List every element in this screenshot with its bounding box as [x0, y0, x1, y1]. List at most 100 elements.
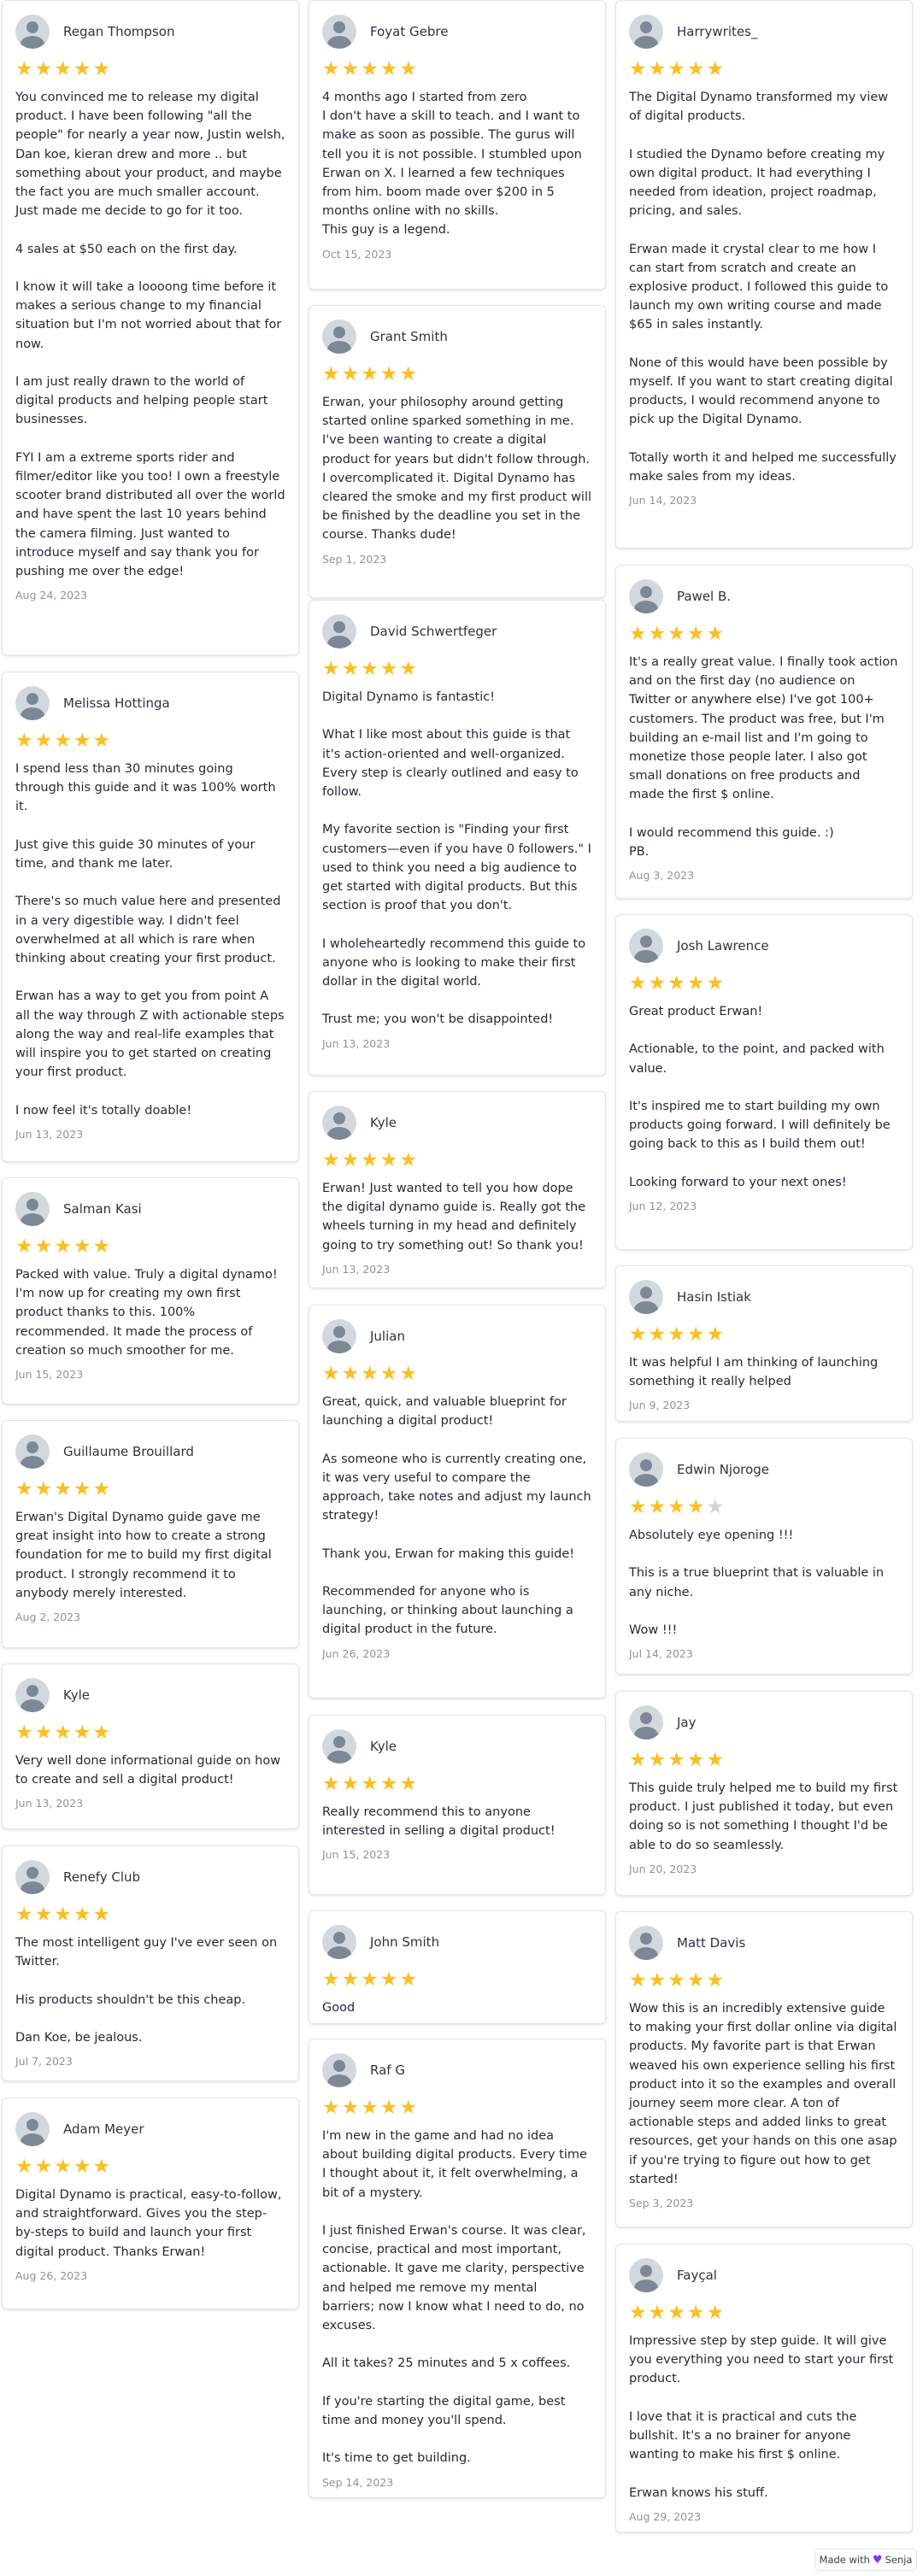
- star-rating: ★★★★★: [629, 1969, 899, 1992]
- star-icon: ★: [686, 1969, 707, 1992]
- review-text: It was helpful I am thinking of launchin…: [629, 1356, 879, 1389]
- card-header: Foyat Gebre: [322, 15, 592, 49]
- review-date: Aug 24, 2023: [15, 589, 88, 602]
- avatar: [322, 15, 356, 49]
- star-rating: ★★★★★: [322, 363, 592, 385]
- star-icon: ★: [667, 1323, 687, 1346]
- star-icon: ★: [92, 1722, 113, 1744]
- testimonial-card: Kyle ★★★★★ Erwan! Just wanted to tell you …: [309, 1091, 606, 1288]
- review-date: Jul 14, 2023: [629, 1647, 693, 1661]
- star-icon: ★: [686, 972, 707, 995]
- star-icon: ★: [629, 2302, 649, 2324]
- star-icon: ★: [54, 1904, 73, 1926]
- reviewer-name: Josh Lawrence: [677, 938, 769, 954]
- star-icon: ★: [73, 58, 93, 80]
- star-icon: ★: [92, 1235, 113, 1258]
- star-icon: ★: [667, 2302, 687, 2324]
- star-icon: ★: [686, 58, 707, 80]
- card-header: Kyle: [322, 1106, 592, 1140]
- card-header: Fayçal: [629, 2258, 899, 2292]
- star-icon: ★: [648, 1969, 668, 1992]
- star-rating: ★★★★★: [322, 1363, 592, 1385]
- star-rating: ★★★★★: [629, 2302, 899, 2324]
- star-icon: ★: [34, 1235, 55, 1258]
- review-date: Aug 2, 2023: [15, 1611, 81, 1624]
- review-text: The most intelligent guy I've ever seen …: [15, 1936, 278, 2045]
- star-icon: ★: [322, 1363, 342, 1385]
- review-date: Jun 13, 2023: [322, 1262, 391, 1276]
- reviewer-name: Julian: [370, 1329, 405, 1344]
- avatar: [322, 1106, 356, 1140]
- review-date: Jun 12, 2023: [629, 1200, 697, 1213]
- reviewer-name: Melissa Hottinga: [63, 695, 170, 711]
- star-icon: ★: [379, 58, 400, 80]
- star-icon: ★: [322, 2097, 342, 2119]
- testimonial-wall: Regan Thompson ★★★★★ You convinced me to r…: [0, 0, 923, 2576]
- star-icon: ★: [34, 730, 55, 752]
- card-header: Kyle: [15, 1678, 285, 1712]
- star-icon: ★: [92, 1904, 113, 1926]
- star-icon: ★: [15, 2156, 35, 2178]
- review-date: Aug 3, 2023: [629, 869, 695, 883]
- star-icon: ★: [379, 363, 400, 385]
- card-header: John Smith: [322, 1925, 592, 1959]
- review-date: Jun 26, 2023: [322, 1646, 391, 1660]
- testimonial-card: Pawel B. ★★★★★ It's a really great value. …: [615, 565, 913, 899]
- star-icon: ★: [341, 1969, 362, 1991]
- testimonial-card: Adam Meyer ★★★★★ Digital Dynamo is practic…: [2, 2098, 299, 2309]
- reviewer-name: Kyle: [63, 1687, 91, 1703]
- review-text: Digital Dynamo is practical, easy-to-fol…: [15, 2188, 282, 2259]
- star-icon: ★: [629, 1969, 649, 1992]
- testimonial-card: Harrywrites_ ★★★★★ The Digital Dynamo tran…: [615, 0, 913, 549]
- star-icon: ★: [706, 1969, 726, 1992]
- star-icon: ★: [648, 1496, 668, 1518]
- star-icon: ★: [322, 658, 342, 680]
- avatar: [322, 2053, 356, 2087]
- star-icon: ★: [341, 1149, 362, 1171]
- card-header: Kyle: [322, 1729, 592, 1763]
- star-icon: ★: [361, 363, 380, 385]
- review-date: Sep 3, 2023: [629, 2197, 694, 2210]
- star-rating: ★★★★★: [15, 1478, 285, 1500]
- star-icon: ★: [667, 972, 687, 995]
- review-date: Jun 9, 2023: [629, 1399, 691, 1412]
- reviewer-name: Salman Kasi: [63, 1201, 142, 1217]
- star-icon: ★: [399, 1969, 420, 1991]
- card-header: Jay: [629, 1705, 899, 1740]
- star-icon: ★: [667, 623, 687, 645]
- reviewer-name: Foyat Gebre: [370, 24, 449, 39]
- testimonial-card: Melissa Hottinga ★★★★★ I spend less than 3…: [2, 672, 299, 1162]
- review-text: Impressive step by step guide. It will g…: [629, 2334, 894, 2500]
- star-rating: ★★★★★: [15, 1904, 285, 1926]
- star-icon: ★: [379, 1773, 400, 1795]
- review-text: Erwan! Just wanted to tell you how dope …: [322, 1182, 586, 1253]
- review-date: Jun 15, 2023: [15, 1368, 84, 1382]
- card-header: Adam Meyer: [15, 2112, 285, 2146]
- made-with-senja-badge[interactable]: Made with ♥ Senja: [814, 2549, 917, 2571]
- avatar: [629, 15, 663, 49]
- star-icon: ★: [648, 1323, 668, 1346]
- star-rating: ★★★★★: [629, 1323, 899, 1346]
- review-date: Jun 20, 2023: [629, 1862, 697, 1875]
- star-icon: ★: [92, 58, 113, 80]
- testimonial-card: Renefy Club ★★★★★ The most intelligent guy…: [2, 1845, 299, 2081]
- star-icon: ★: [322, 363, 342, 385]
- heart-icon: ♥: [872, 2553, 883, 2567]
- review-date: Oct 15, 2023: [322, 247, 392, 261]
- star-rating: ★★★★★: [15, 2156, 285, 2178]
- avatar: [629, 2258, 663, 2292]
- star-icon: ★: [667, 1749, 687, 1771]
- star-rating: ★★★★★: [15, 1722, 285, 1744]
- star-rating: ★★★★★: [322, 1149, 592, 1171]
- avatar: [15, 1192, 50, 1226]
- testimonial-card: David Schwertfeger ★★★★★ Digital Dynamo is…: [309, 600, 606, 1076]
- star-rating: ★★★★★: [629, 1496, 899, 1518]
- star-icon: ★: [341, 58, 362, 80]
- reviewer-name: Raf G: [370, 2063, 405, 2078]
- star-rating: ★★★★★: [629, 972, 899, 995]
- star-icon: ★: [629, 1749, 649, 1771]
- star-rating: ★★★★★: [322, 1773, 592, 1795]
- star-icon: ★: [15, 58, 35, 80]
- star-icon: ★: [322, 1969, 342, 1991]
- review-text: Great, quick, and valuable blueprint for…: [322, 1395, 591, 1637]
